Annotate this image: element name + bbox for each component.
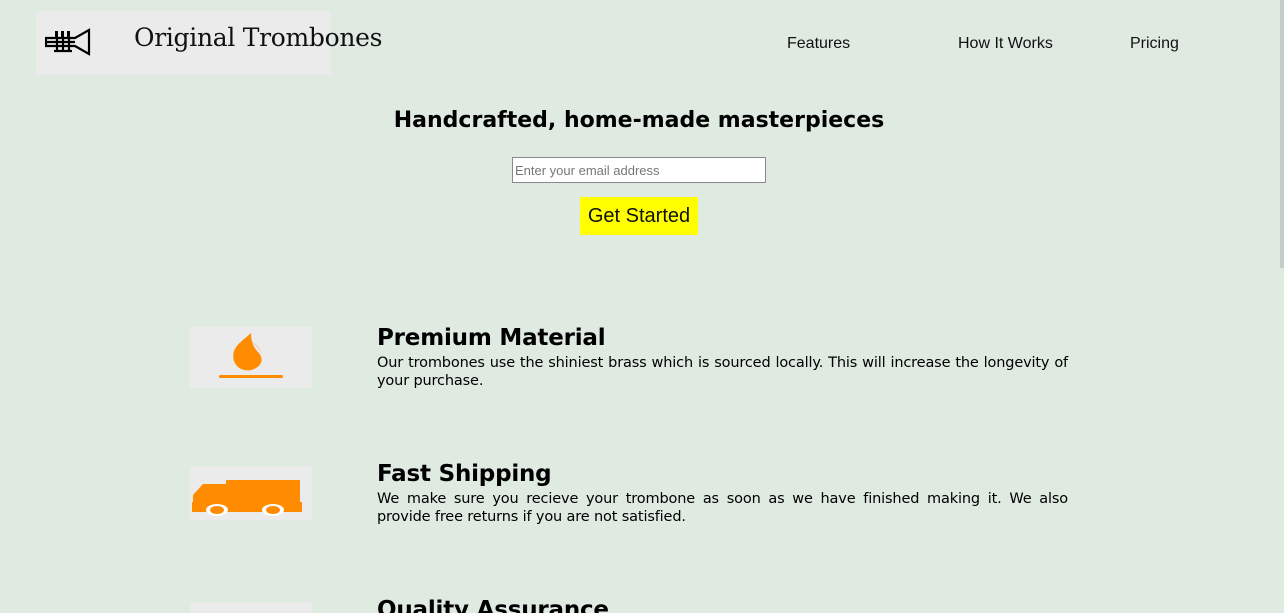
nav-link-pricing[interactable]: Pricing — [1130, 35, 1179, 53]
nav-link-features[interactable]: Features — [787, 35, 850, 53]
fire-icon — [219, 333, 283, 378]
feature-title: Quality Assurance — [377, 597, 609, 613]
page-scrollbar[interactable] — [1280, 0, 1284, 268]
hero-title: Handcrafted, home-made masterpieces — [393, 108, 885, 133]
truck-icon — [192, 480, 302, 516]
email-input[interactable] — [512, 157, 766, 183]
get-started-button[interactable]: Get Started — [580, 197, 698, 235]
feature-image-fast-shipping — [190, 466, 312, 520]
brand-logo[interactable]: Original Trombones — [36, 11, 382, 75]
feature-image-premium-material — [190, 327, 312, 388]
feature-title: Fast Shipping — [377, 461, 552, 487]
feature-description: Our trombones use the shiniest brass whi… — [377, 355, 1068, 389]
trumpet-icon — [45, 28, 91, 56]
feature-image-quality-assurance — [190, 602, 312, 613]
brand-name: Original Trombones — [134, 23, 383, 52]
landing-page: Original Trombones Features How It Works… — [0, 0, 1284, 613]
feature-title: Premium Material — [377, 325, 606, 351]
feature-description: We make sure you recieve your trombone a… — [377, 491, 1068, 525]
nav-link-how-it-works[interactable]: How It Works — [958, 35, 1053, 53]
